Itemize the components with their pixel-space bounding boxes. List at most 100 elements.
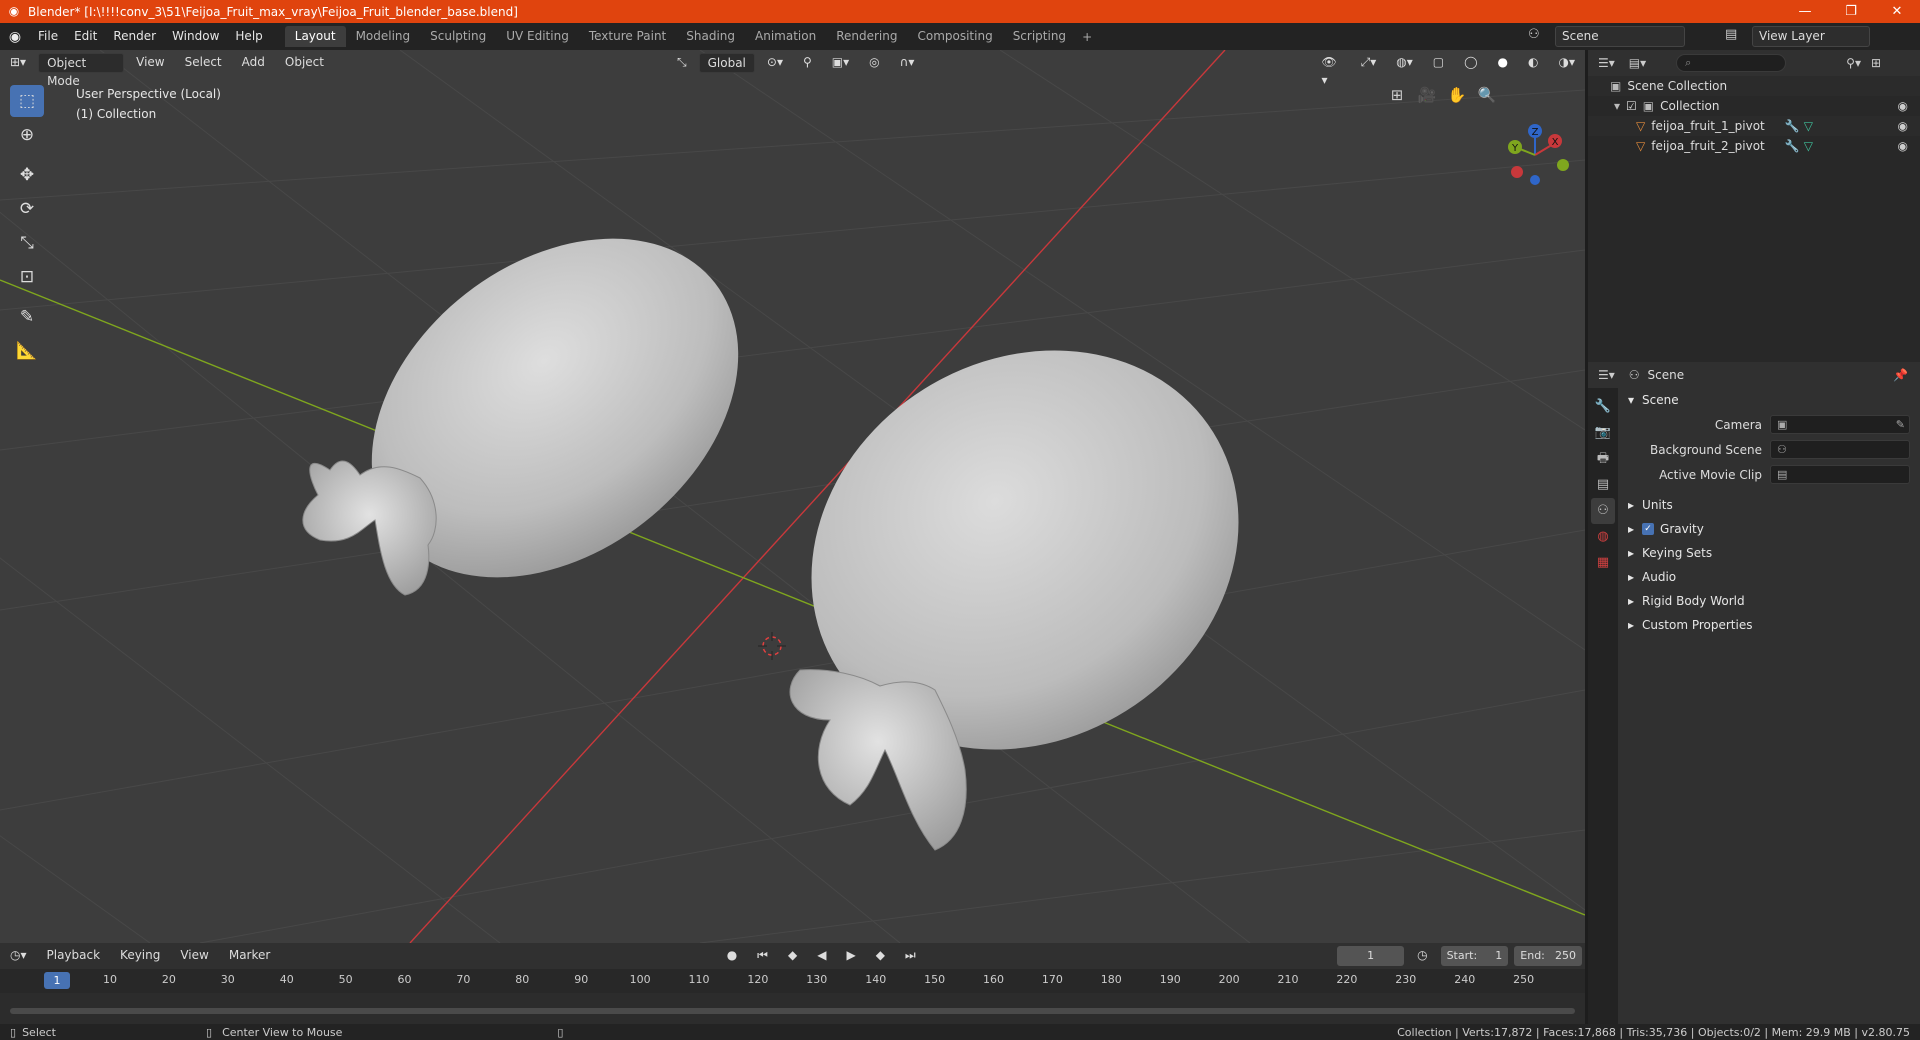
tool-tab-icon[interactable]: 🔧 bbox=[1591, 394, 1615, 420]
preview-range-icon[interactable]: ◷ bbox=[1409, 946, 1435, 966]
transform-orientation-selector[interactable]: Global bbox=[698, 53, 755, 73]
pivot-icon[interactable]: ⊙▾ bbox=[759, 53, 791, 73]
current-frame-indicator[interactable]: 1 bbox=[44, 972, 70, 989]
rigid-body-world-panel[interactable]: ▸ Rigid Body World bbox=[1618, 589, 1920, 613]
3d-viewport[interactable]: Z X Y bbox=[0, 50, 1585, 943]
texture-tab-icon[interactable]: ▦ bbox=[1591, 550, 1615, 576]
tab-texture-paint[interactable]: Texture Paint bbox=[579, 26, 676, 47]
tab-uv-editing[interactable]: UV Editing bbox=[496, 26, 579, 47]
maximize-icon[interactable]: ❐ bbox=[1828, 0, 1874, 23]
next-keyframe-icon[interactable]: ◆ bbox=[868, 946, 893, 966]
pan-hand-icon[interactable]: ✋ bbox=[1442, 86, 1472, 104]
close-icon[interactable]: ✕ bbox=[1874, 0, 1920, 23]
menu-window[interactable]: Window bbox=[164, 23, 227, 50]
world-tab-icon[interactable]: ◍ bbox=[1591, 524, 1615, 550]
menu-render[interactable]: Render bbox=[105, 23, 164, 50]
audio-panel[interactable]: ▸ Audio bbox=[1618, 565, 1920, 589]
start-frame-field[interactable]: Start: 1 bbox=[1440, 946, 1509, 966]
shading-rendered-icon[interactable]: ◑▾ bbox=[1551, 53, 1584, 73]
select-box-icon[interactable]: ⬚ bbox=[10, 85, 44, 117]
current-frame-field[interactable]: 1 bbox=[1337, 946, 1405, 966]
shading-solid-icon[interactable]: ● bbox=[1490, 53, 1516, 73]
falloff-icon[interactable]: ∩▾ bbox=[892, 53, 923, 73]
minimize-icon[interactable]: — bbox=[1782, 0, 1828, 23]
outliner-search-input[interactable]: ⌕ bbox=[1676, 54, 1787, 72]
menu-object[interactable]: Object bbox=[277, 53, 332, 73]
units-panel[interactable]: ▸ Units bbox=[1618, 493, 1920, 517]
rotate-tool-icon[interactable]: ⟳ bbox=[10, 193, 44, 225]
xray-icon[interactable]: ▢ bbox=[1425, 53, 1452, 73]
tab-animation[interactable]: Animation bbox=[745, 26, 826, 47]
camera-field[interactable]: ▣ ✎ bbox=[1770, 415, 1910, 434]
blender-menu-icon[interactable]: ◉ bbox=[0, 29, 30, 45]
jump-end-icon[interactable]: ⏭ bbox=[897, 946, 924, 966]
grid-view-icon[interactable]: ⊞ bbox=[1382, 86, 1412, 104]
menu-view[interactable]: View bbox=[128, 53, 172, 73]
menu-help[interactable]: Help bbox=[227, 23, 270, 50]
jump-start-icon[interactable]: ⏮ bbox=[749, 946, 776, 966]
measure-tool-icon[interactable]: 📐 bbox=[10, 335, 44, 367]
editor-type-icon[interactable]: ⊞▾ bbox=[2, 53, 34, 73]
checkbox-icon[interactable]: ☑ bbox=[1626, 99, 1637, 113]
add-workspace-icon[interactable]: + bbox=[1076, 30, 1098, 44]
timeline-scrollbar[interactable] bbox=[10, 1008, 1575, 1014]
tab-compositing[interactable]: Compositing bbox=[907, 26, 1002, 47]
snap-icon[interactable]: ⚲ bbox=[795, 53, 820, 73]
outliner-object-2[interactable]: ▽ feijoa_fruit_2_pivot 🔧 ▽ ◉ bbox=[1588, 136, 1920, 156]
tab-sculpting[interactable]: Sculpting bbox=[420, 26, 496, 47]
background-scene-field[interactable]: ⚇ bbox=[1770, 440, 1910, 459]
play-reverse-icon[interactable]: ◀ bbox=[809, 946, 834, 966]
pin-icon[interactable]: 📌 bbox=[1893, 368, 1908, 382]
scale-tool-icon[interactable]: ⤡ bbox=[10, 227, 44, 259]
view-layer-selector[interactable]: View Layer bbox=[1752, 26, 1870, 47]
eye-icon[interactable]: ◉ bbox=[1898, 139, 1908, 153]
display-mode-icon[interactable]: ▤▾ bbox=[1629, 56, 1646, 70]
outliner-scene-collection[interactable]: ▣ Scene Collection bbox=[1588, 76, 1920, 96]
eye-icon[interactable]: ◉ bbox=[1898, 99, 1908, 113]
menu-select[interactable]: Select bbox=[177, 53, 230, 73]
custom-properties-panel[interactable]: ▸ Custom Properties bbox=[1618, 613, 1920, 637]
view-layer-tab-icon[interactable]: ▤ bbox=[1591, 472, 1615, 498]
menu-keying[interactable]: Keying bbox=[112, 946, 168, 966]
properties-editor-icon[interactable]: ☰▾ bbox=[1598, 368, 1615, 382]
timeline-editor-icon[interactable]: ◷▾ bbox=[2, 946, 35, 966]
gravity-panel[interactable]: ▸ ✓ Gravity bbox=[1618, 517, 1920, 541]
expand-arrow-icon[interactable]: ▾ bbox=[1614, 99, 1620, 113]
menu-timeline-view[interactable]: View bbox=[172, 946, 216, 966]
shading-wireframe-icon[interactable]: ◯ bbox=[1456, 53, 1485, 73]
view-layer-icon[interactable]: ▤ bbox=[1725, 27, 1737, 42]
scene-icon[interactable]: ⚇ bbox=[1528, 27, 1540, 42]
tab-modeling[interactable]: Modeling bbox=[346, 26, 421, 47]
outliner-object-1[interactable]: ▽ feijoa_fruit_1_pivot 🔧 ▽ ◉ bbox=[1588, 116, 1920, 136]
output-tab-icon[interactable]: 🖶 bbox=[1591, 446, 1615, 472]
zoom-icon[interactable]: 🔍 bbox=[1472, 86, 1502, 104]
move-tool-icon[interactable]: ✥ bbox=[10, 159, 44, 191]
menu-add[interactable]: Add bbox=[234, 53, 273, 73]
keying-sets-panel[interactable]: ▸ Keying Sets bbox=[1618, 541, 1920, 565]
menu-edit[interactable]: Edit bbox=[66, 23, 105, 50]
play-icon[interactable]: ▶ bbox=[838, 946, 863, 966]
snap-target-icon[interactable]: ▣▾ bbox=[824, 53, 857, 73]
tab-shading[interactable]: Shading bbox=[676, 26, 745, 47]
filter-icon[interactable]: ⚲▾ bbox=[1846, 56, 1861, 70]
menu-playback[interactable]: Playback bbox=[39, 946, 109, 966]
transform-tool-icon[interactable]: ⊡ bbox=[10, 261, 44, 293]
end-frame-field[interactable]: End: 250 bbox=[1514, 946, 1582, 966]
mode-selector[interactable]: Object Mode bbox=[38, 53, 125, 88]
menu-marker[interactable]: Marker bbox=[221, 946, 278, 966]
tab-layout[interactable]: Layout bbox=[284, 26, 346, 47]
cursor-tool-icon[interactable]: ⊕ bbox=[10, 119, 44, 151]
tab-rendering[interactable]: Rendering bbox=[826, 26, 907, 47]
shading-material-icon[interactable]: ◐ bbox=[1520, 53, 1546, 73]
scene-section-header[interactable]: ▾ Scene bbox=[1618, 388, 1920, 412]
record-icon[interactable]: ● bbox=[719, 946, 745, 966]
proportional-editing-icon[interactable]: ◎ bbox=[861, 53, 887, 73]
gravity-checkbox[interactable]: ✓ bbox=[1642, 523, 1655, 535]
scene-tab-icon[interactable]: ⚇ bbox=[1591, 498, 1615, 524]
gizmo-toggle-icon[interactable]: ⤢▾ bbox=[1353, 53, 1385, 73]
menu-file[interactable]: File bbox=[30, 23, 66, 50]
active-movie-clip-field[interactable]: ▤ bbox=[1770, 465, 1910, 484]
new-collection-icon[interactable]: ⊞ bbox=[1871, 56, 1881, 70]
outliner-editor-icon[interactable]: ☰▾ bbox=[1598, 56, 1615, 70]
render-tab-icon[interactable]: 📷 bbox=[1591, 420, 1615, 446]
